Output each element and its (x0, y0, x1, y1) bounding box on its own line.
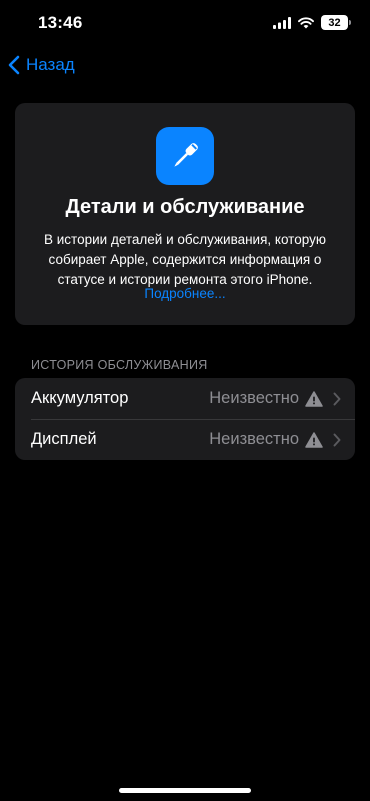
row-label: Аккумулятор (31, 389, 129, 407)
battery-icon: 32 (321, 15, 351, 30)
chevron-right-icon (333, 433, 341, 446)
card-title: Детали и обслуживание (65, 196, 305, 218)
status-icons: 32 (273, 15, 351, 30)
wifi-icon (298, 16, 314, 28)
back-button[interactable]: Назад (8, 55, 75, 75)
status-time: 13:46 (38, 13, 83, 32)
chevron-left-icon (8, 55, 20, 75)
signal-icon (273, 16, 291, 29)
learn-more-link[interactable]: Подробнее... (15, 286, 355, 301)
back-label: Назад (26, 55, 75, 74)
chevron-right-icon (333, 392, 341, 405)
row-display[interactable]: Дисплей Неизвестно (15, 419, 355, 460)
battery-level: 32 (328, 16, 341, 29)
status-bar: 13:46 32 (0, 0, 370, 50)
row-label: Дисплей (31, 430, 97, 448)
app-icon (156, 127, 214, 185)
row-value: Неизвестно (209, 389, 299, 407)
screwdriver-icon (174, 143, 198, 167)
card-description: В истории деталей и обслуживания, котору… (44, 232, 326, 287)
service-history-list: Аккумулятор Неизвестно Дисплей Неизвестн… (15, 378, 355, 460)
section-header: ИСТОРИЯ ОБСЛУЖИВАНИЯ (31, 358, 208, 372)
warning-icon (305, 431, 323, 448)
row-value: Неизвестно (209, 430, 299, 448)
parts-service-card: Детали и обслуживание В истории деталей … (15, 103, 355, 325)
home-indicator[interactable] (119, 788, 251, 793)
warning-icon (305, 390, 323, 407)
row-battery[interactable]: Аккумулятор Неизвестно (15, 378, 355, 419)
